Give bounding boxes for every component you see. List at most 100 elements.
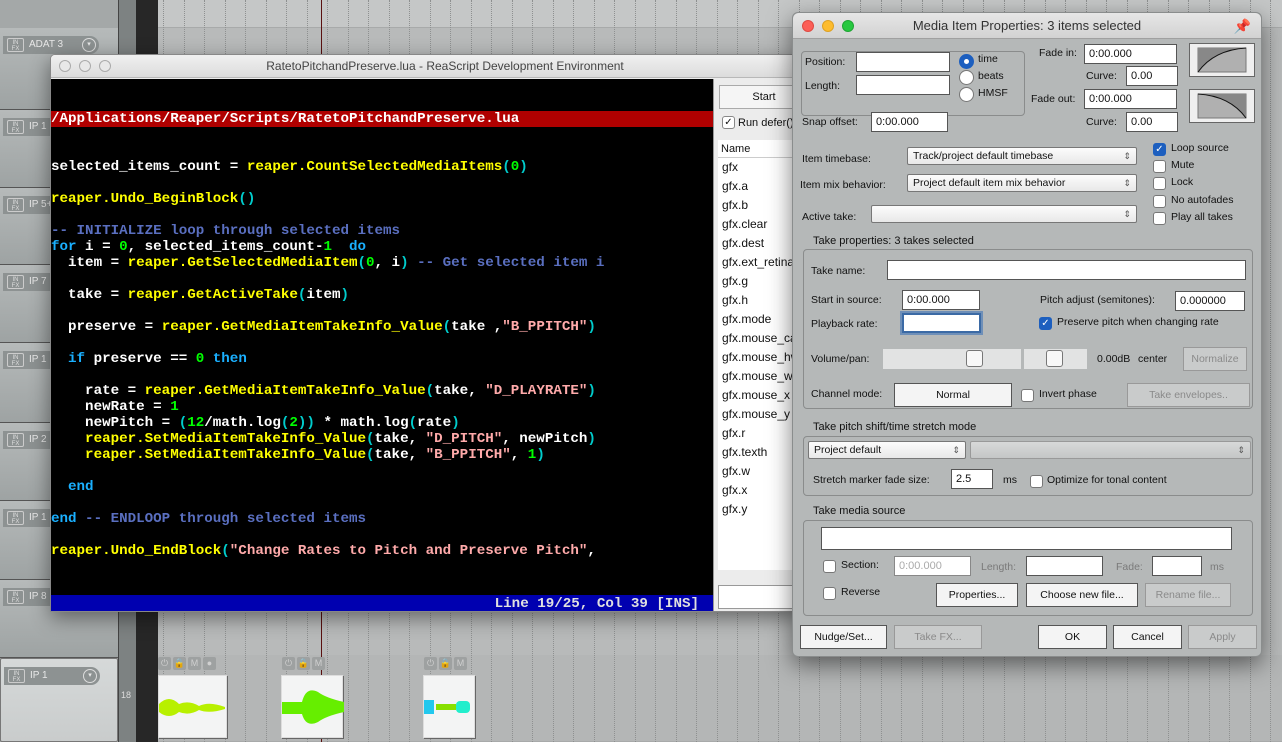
code-line[interactable]: preserve = reaper.GetMediaItemTakeInfo_V… — [51, 319, 713, 335]
take-name-field[interactable] — [887, 260, 1246, 280]
code-line[interactable]: take = reaper.GetActiveTake(item) — [51, 287, 713, 303]
code-line[interactable] — [51, 367, 713, 383]
power-icon[interactable]: ⏻ — [282, 657, 295, 670]
variable-row[interactable]: gfx.texth — [718, 443, 799, 462]
code-line[interactable]: end — [51, 479, 713, 495]
dropdown-icon[interactable]: ▾ — [82, 38, 96, 52]
section-field[interactable]: 0:00.000 — [894, 556, 971, 576]
position-field[interactable] — [856, 52, 950, 72]
code-line[interactable] — [51, 175, 713, 191]
preserve-pitch-checkbox[interactable]: ✓ — [1039, 317, 1052, 330]
code-line[interactable]: selected_items_count = reaper.CountSelec… — [51, 159, 713, 175]
fx-icon[interactable]: IN FX — [8, 669, 25, 683]
pitch-adjust-field[interactable]: 0.000000 — [1175, 291, 1245, 311]
variable-row[interactable]: gfx.y — [718, 500, 799, 519]
marker-fade-field[interactable]: 2.5 — [951, 469, 993, 489]
volume-slider[interactable] — [883, 349, 1021, 369]
ok-button[interactable]: OK — [1038, 625, 1107, 649]
code-editor[interactable]: /Applications/Reaper/Scripts/RatetoPitch… — [51, 79, 713, 611]
apply-button[interactable]: Apply — [1188, 625, 1257, 649]
variable-list[interactable]: Name gfx gfx.a gfx.b gfx.clear gfx.dest gfx.e… — [718, 140, 799, 570]
radio-beats[interactable] — [959, 70, 974, 85]
checkbox-mute[interactable] — [1153, 160, 1166, 174]
code-line[interactable] — [51, 271, 713, 287]
variable-row[interactable]: gfx.dest — [718, 234, 799, 253]
fx-icon[interactable]: IN FX — [7, 120, 24, 134]
track-header[interactable]: IN FX IP 1 ▾ — [0, 658, 118, 742]
close-button[interactable] — [802, 20, 814, 32]
fx-icon[interactable]: IN FX — [7, 433, 24, 447]
media-item[interactable] — [281, 675, 344, 738]
fx-icon[interactable]: IN FX — [7, 511, 24, 525]
active-take-select[interactable]: ⇕ — [871, 205, 1137, 223]
variable-row[interactable]: gfx — [718, 158, 799, 177]
lock-icon[interactable]: 🔒 — [297, 657, 310, 670]
pan-slider[interactable] — [1024, 349, 1087, 369]
fade-out-shape-button[interactable] — [1189, 89, 1255, 123]
radio-hmsf[interactable] — [959, 87, 974, 102]
stretch-mode-select[interactable]: Project default ⇕ — [808, 441, 966, 459]
playback-rate-field[interactable] — [902, 313, 981, 333]
lock-icon[interactable]: 🔒 — [439, 657, 452, 670]
close-button[interactable] — [59, 60, 71, 72]
variable-row[interactable]: gfx.mouse_cap — [718, 329, 799, 348]
start-in-source-field[interactable]: 0:00.000 — [902, 290, 980, 310]
checkbox-no-autofades[interactable] — [1153, 194, 1166, 208]
variable-row[interactable]: gfx.mouse_x — [718, 386, 799, 405]
snap-offset-field[interactable]: 0:00.000 — [871, 112, 948, 132]
invert-phase-checkbox[interactable] — [1021, 389, 1034, 402]
source-length-field[interactable] — [1026, 556, 1103, 576]
code-line[interactable]: end -- ENDLOOP through selected items — [51, 511, 713, 527]
mix-behavior-select[interactable]: Project default item mix behavior ⇕ — [907, 174, 1137, 192]
pan-slider-handle[interactable] — [1046, 350, 1063, 367]
lock-icon[interactable]: 🔒 — [173, 657, 186, 670]
code-line[interactable] — [51, 463, 713, 479]
variable-row[interactable]: gfx.r — [718, 424, 799, 443]
timebase-select[interactable]: Track/project default timebase ⇕ — [907, 147, 1137, 165]
take-fx-button[interactable]: Take FX... — [894, 625, 982, 649]
choose-new-file-button[interactable]: Choose new file... — [1026, 583, 1138, 607]
ide-titlebar[interactable]: RatetoPitchandPreserve.lua - ReaScript D… — [51, 55, 799, 78]
variable-row[interactable]: gfx.mouse_y — [718, 405, 799, 424]
cancel-button[interactable]: Cancel — [1113, 625, 1182, 649]
code-line[interactable]: for i = 0, selected_items_count-1 do — [51, 239, 713, 255]
zoom-button[interactable] — [99, 60, 111, 72]
normalize-button[interactable]: Normalize — [1183, 347, 1247, 371]
variable-row[interactable]: gfx.clear — [718, 215, 799, 234]
variable-row[interactable]: gfx.mouse_hwheel — [718, 348, 799, 367]
stretch-submode-select[interactable]: ⇕ — [970, 441, 1251, 459]
checkbox-play-all-takes[interactable] — [1153, 211, 1166, 225]
power-icon[interactable]: ⏻ — [158, 657, 171, 670]
variable-row[interactable]: gfx.h — [718, 291, 799, 310]
properties-button[interactable]: Properties... — [936, 583, 1018, 607]
code-line[interactable]: reaper.Undo_BeginBlock() — [51, 191, 713, 207]
media-source-path-field[interactable] — [821, 527, 1232, 550]
length-field[interactable] — [856, 75, 950, 95]
code-line[interactable]: rate = reaper.GetMediaItemTakeInfo_Value… — [51, 383, 713, 399]
power-icon[interactable]: ⏻ — [424, 657, 437, 670]
minimize-button[interactable] — [79, 60, 91, 72]
media-item[interactable] — [423, 675, 475, 738]
minimize-button[interactable] — [822, 20, 834, 32]
code-line[interactable]: reaper.SetMediaItemTakeInfo_Value(take, … — [51, 447, 713, 463]
reverse-checkbox[interactable] — [823, 587, 836, 600]
take-envelopes-button[interactable]: Take envelopes.. — [1127, 383, 1250, 407]
code-line[interactable] — [51, 207, 713, 223]
fade-in-field[interactable]: 0:00.000 — [1084, 44, 1177, 64]
optimize-tonal-checkbox[interactable] — [1030, 475, 1043, 488]
comment-icon[interactable]: ● — [203, 657, 216, 670]
run-defer-checkbox[interactable]: ✓ Run defer() — [722, 116, 794, 129]
checkbox-lock[interactable] — [1153, 177, 1166, 191]
nudge-set-button[interactable]: Nudge/Set... — [800, 625, 887, 649]
code-line[interactable]: if preserve == 0 then — [51, 351, 713, 367]
code-line[interactable]: reaper.Undo_EndBlock("Change Rates to Pi… — [51, 543, 713, 559]
code-line[interactable] — [51, 303, 713, 319]
volume-slider-handle[interactable] — [966, 350, 984, 367]
code-line[interactable] — [51, 527, 713, 543]
fade-in-shape-button[interactable] — [1189, 43, 1255, 77]
start-button[interactable]: Start — [719, 85, 799, 109]
radio-time[interactable] — [959, 54, 974, 69]
variable-row[interactable]: gfx.x — [718, 481, 799, 500]
zoom-button[interactable] — [842, 20, 854, 32]
fx-icon[interactable]: IN FX — [7, 198, 24, 212]
